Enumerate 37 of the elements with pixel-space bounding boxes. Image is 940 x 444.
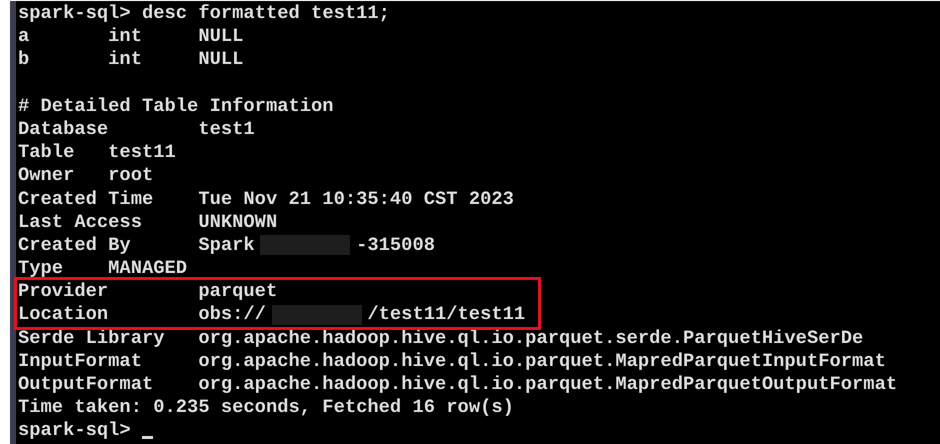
output-text: # Detailed Table Information xyxy=(18,94,334,118)
output-text: org.apache.hadoop.hive.ql.io.parquet.MapredParquetInputFormat xyxy=(198,350,886,374)
output-text: b xyxy=(18,48,30,70)
output-text: int xyxy=(108,48,142,70)
output-text: Serde Library xyxy=(18,326,165,349)
output-text: Database xyxy=(18,118,108,140)
output-text: test11 xyxy=(108,141,176,164)
output-text: Tue Nov 21 10:35:40 CST 2023 xyxy=(198,188,514,211)
output-text: Location xyxy=(18,303,108,326)
prompt-text: spark-sql> xyxy=(18,2,131,26)
output-text: InputFormat xyxy=(18,350,142,372)
output-text: root xyxy=(108,164,154,188)
output-text: org.apache.hadoop.hive.ql.io.parquet.serde.ParquetHiveSerDe xyxy=(198,326,864,350)
output-text: Created Time xyxy=(18,188,154,210)
output-text: a xyxy=(18,25,30,48)
output-text: Last Access xyxy=(18,210,142,233)
output-text: UNKNOWN xyxy=(198,210,278,234)
output-text: Time taken: 0.235 seconds, Fetched 16 row(s) xyxy=(18,396,514,420)
output-text: test1 xyxy=(198,118,255,142)
output-text: org.apache.hadoop.hive.ql.io.parquet.MapredParquetOutputFormat xyxy=(198,373,898,396)
output-text: OutputFormat xyxy=(18,373,154,395)
output-text: MANAGED xyxy=(108,257,188,280)
prompt-text: spark-sql> xyxy=(18,419,131,443)
command-text: desc formatted test11; xyxy=(142,2,390,26)
output-text: Created By xyxy=(18,234,131,256)
output-text: Type xyxy=(18,257,64,280)
output-text: Table xyxy=(18,141,74,164)
output-text: Spark xyxy=(198,234,255,258)
output-text: parquet xyxy=(198,280,278,304)
output-text: Provider xyxy=(18,280,108,302)
output-text: -315008 xyxy=(356,234,435,258)
output-text: obs:// xyxy=(198,303,266,327)
output-text: Owner xyxy=(18,164,74,186)
output-text: NULL xyxy=(198,25,244,48)
output-text: int xyxy=(108,25,142,48)
output-text: /test11/test11 xyxy=(367,303,526,327)
output-text: NULL xyxy=(198,48,244,70)
